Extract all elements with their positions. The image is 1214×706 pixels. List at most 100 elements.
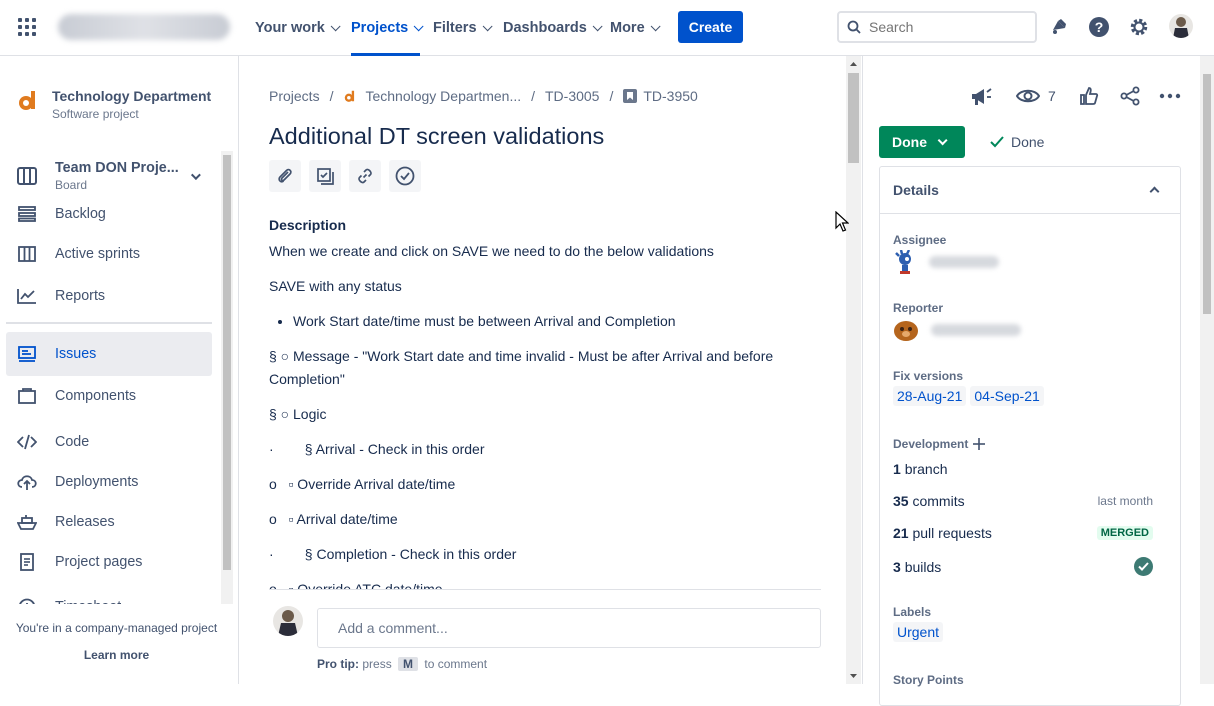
link-issue-button[interactable] — [349, 160, 381, 192]
description-line: o ▫ Arrival date/time — [269, 511, 398, 527]
more-horizontal-icon — [1159, 93, 1181, 99]
breadcrumb: Projects / Technology Departmen... / TD-… — [269, 88, 698, 104]
settings-gear-icon[interactable] — [1128, 16, 1150, 38]
sidebar-divider — [6, 322, 212, 324]
add-comment-input[interactable] — [317, 608, 821, 648]
fix-versions-field[interactable]: 28-Aug-21 04-Sep-21 — [893, 386, 1048, 406]
sidebar-item-label: Deployments — [55, 474, 139, 490]
assignee-name-redacted — [929, 256, 999, 268]
watch-button[interactable]: 7 — [1016, 84, 1056, 108]
issues-icon — [16, 343, 38, 365]
app-switcher-icon[interactable] — [18, 18, 36, 36]
board-sub: Board — [55, 178, 88, 192]
fix-version-tag[interactable]: 04-Sep-21 — [970, 386, 1044, 406]
project-header[interactable]: Technology Department Software project — [16, 88, 211, 121]
add-child-issue-button[interactable] — [309, 160, 341, 192]
breadcrumb-project[interactable]: Technology Departmen... — [365, 88, 521, 104]
resolution-label: Done — [1011, 134, 1045, 150]
issue-description[interactable]: Description When we create and click on … — [269, 214, 829, 590]
sidebar-item-backlog[interactable]: Backlog — [6, 193, 212, 235]
add-icon[interactable] — [972, 437, 986, 451]
pr-count: 21 — [893, 525, 909, 541]
sidebar-item-issues[interactable]: Issues — [6, 332, 212, 376]
sidebar-scrollbar-thumb[interactable] — [223, 155, 231, 570]
attach-button[interactable] — [269, 160, 301, 192]
sidebar-item-code[interactable]: Code — [6, 421, 212, 463]
search-input[interactable] — [869, 19, 1019, 35]
branch-count: 1 — [893, 461, 901, 477]
dev-pull-requests-row[interactable]: 21 pull requests MERGED — [893, 525, 1153, 541]
notifications-icon[interactable] — [1048, 16, 1070, 38]
protip-suffix: to comment — [424, 657, 488, 671]
status-dropdown[interactable]: Done — [879, 126, 965, 158]
user-avatar[interactable] — [1169, 14, 1193, 38]
components-icon — [16, 385, 38, 407]
label-tag[interactable]: Urgent — [893, 622, 944, 642]
description-line: · § Arrival - Check in this order — [269, 441, 485, 457]
assignee-field[interactable] — [893, 250, 999, 274]
nav-filters-label: Filters — [433, 20, 477, 36]
sidebar-item-components[interactable]: Components — [6, 375, 212, 417]
context-panel-scrollbar-thumb[interactable] — [1203, 74, 1211, 314]
context-panel-scrollbar[interactable] — [1200, 56, 1214, 684]
reporter-label: Reporter — [893, 301, 944, 315]
chevron-down-icon — [413, 20, 424, 31]
scroll-up-icon[interactable] — [846, 58, 861, 70]
description-line: SAVE with any status — [269, 278, 402, 294]
reporter-field[interactable] — [893, 318, 1021, 342]
details-header[interactable]: Details — [880, 167, 1180, 214]
assignee-label: Assignee — [893, 233, 947, 247]
nav-your-work[interactable]: Your work — [255, 0, 341, 56]
labels-field[interactable]: Urgent — [893, 622, 947, 642]
scroll-down-icon[interactable] — [846, 670, 861, 682]
breadcrumb-issue-key[interactable]: TD-3950 — [643, 88, 697, 104]
page-icon — [16, 551, 38, 573]
learn-more-link[interactable]: Learn more — [0, 648, 233, 662]
sidebar-item-project-pages[interactable]: Project pages — [6, 541, 212, 583]
builds-label: builds — [904, 558, 942, 575]
dev-branches-row[interactable]: 1 branch — [893, 461, 1153, 477]
nav-projects-label: Projects — [351, 20, 409, 36]
eye-icon — [1016, 89, 1040, 103]
sidebar-item-releases[interactable]: Releases — [6, 501, 212, 543]
watchers-count: 7 — [1048, 88, 1056, 104]
nav-dashboards[interactable]: Dashboards — [503, 0, 603, 56]
fix-version-tag[interactable]: 28-Aug-21 — [893, 386, 967, 406]
nav-projects[interactable]: Projects — [351, 0, 424, 56]
sidebar-item-deployments[interactable]: Deployments — [6, 461, 212, 503]
nav-more[interactable]: More — [610, 0, 661, 56]
sidebar-item-reports[interactable]: Reports — [6, 275, 212, 317]
issue-title[interactable]: Additional DT screen validations — [269, 123, 604, 150]
development-label-text: Development — [893, 437, 969, 451]
dev-commits-row[interactable]: 35 commits last month — [893, 493, 1153, 509]
nav-dashboards-label: Dashboards — [503, 20, 587, 36]
feedback-button[interactable] — [970, 84, 992, 108]
search-box[interactable] — [837, 11, 1037, 43]
site-logo[interactable] — [58, 14, 230, 40]
details-title: Details — [893, 182, 939, 198]
nav-filters[interactable]: Filters — [433, 0, 493, 56]
main-scrollbar-thumb[interactable] — [848, 73, 859, 163]
dev-builds-row[interactable]: 3 builds — [893, 557, 1153, 576]
main-scrollbar[interactable] — [846, 56, 861, 684]
sidebar-item-active-sprints[interactable]: Active sprints — [6, 233, 212, 275]
more-actions-button[interactable] — [1159, 84, 1181, 108]
description-label: Description — [269, 217, 347, 233]
help-icon[interactable]: ? — [1088, 16, 1110, 38]
sidebar-footer: You're in a company-managed project Lear… — [0, 604, 233, 684]
chevron-down-icon — [650, 20, 661, 31]
share-button[interactable] — [1120, 84, 1140, 108]
commits-count: 35 — [893, 493, 909, 509]
sidebar-item-label: Code — [55, 434, 90, 450]
sidebar-item-label: Components — [55, 388, 137, 404]
apps-button[interactable] — [389, 160, 421, 192]
commenter-avatar — [273, 606, 303, 636]
cloud-upload-icon — [16, 471, 38, 493]
create-button[interactable]: Create — [678, 11, 743, 43]
breadcrumb-parent[interactable]: TD-3005 — [545, 88, 599, 104]
breadcrumb-projects[interactable]: Projects — [269, 88, 320, 104]
story-points-label: Story Points — [893, 673, 964, 687]
vote-button[interactable] — [1079, 84, 1099, 108]
sidebar-scrollbar[interactable] — [221, 151, 233, 606]
check-circle-icon — [395, 166, 415, 186]
